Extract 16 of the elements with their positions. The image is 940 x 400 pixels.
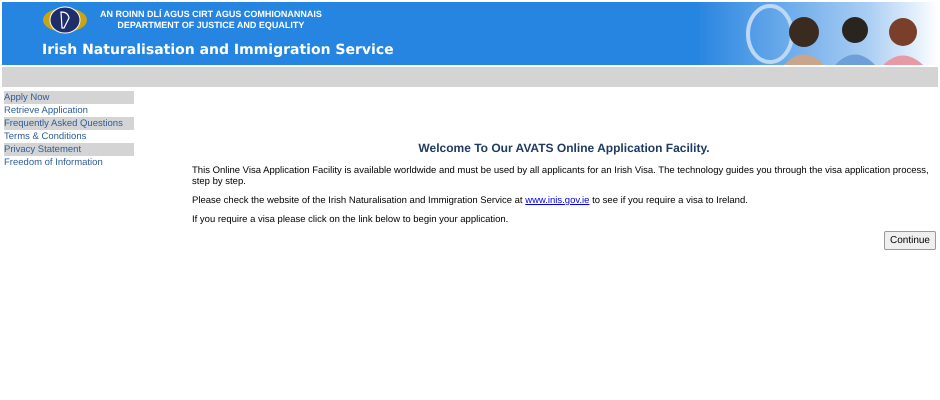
instruction-paragraph: If you require a visa please click on the link below to begin your application.: [192, 214, 510, 225]
website-link[interactable]: www.inis.gov.ie: [525, 195, 590, 206]
welcome-heading: Welcome To Our AVATS Online Application Facility.: [417, 140, 711, 157]
sidebar-link[interactable]: Freedom of Information: [4, 156, 134, 169]
continue-button[interactable]: Continue: [884, 231, 936, 250]
department-irish-title: AN ROINN DLÍ AGUS CIRT AGUS COMHIONANNAIS: [100, 9, 322, 20]
department-english-title: DEPARTMENT OF JUSTICE AND EQUALITY: [117, 20, 304, 31]
harp-emblem-icon: [42, 6, 88, 34]
service-title: Irish Naturalisation and Immigration Service: [42, 41, 394, 60]
intro-paragraph: This Online Visa Application Facility is available worldwide and must be used by all applicants for an Irish Visa. The technology guides you through the visa application process, step by step.: [192, 165, 930, 187]
sidebar-link[interactable]: Retrieve Application: [4, 104, 134, 117]
sidebar-link[interactable]: Privacy Statement: [4, 143, 134, 156]
sidebar-link[interactable]: Apply Now: [4, 91, 134, 104]
sidebar-link[interactable]: Frequently Asked Questions: [4, 117, 134, 130]
sidebar-link[interactable]: Terms & Conditions: [4, 130, 134, 143]
website-paragraph: Please check the website of the Irish Naturalisation and Immigration Service at www.inis.gov.ie to see if you require a visa to Ireland.: [192, 195, 749, 206]
